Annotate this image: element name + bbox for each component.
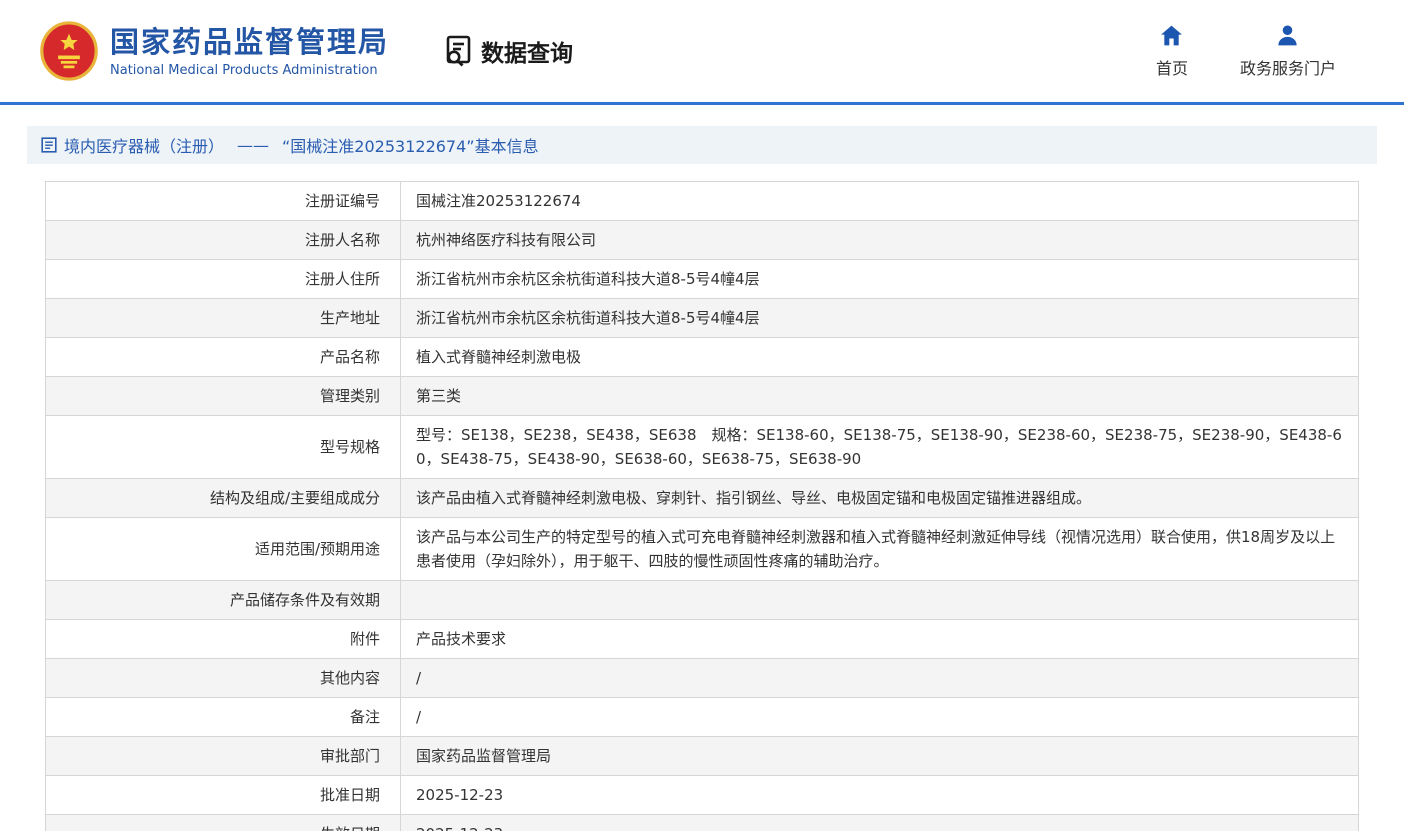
home-icon: [1159, 23, 1184, 48]
row-value: [401, 581, 1359, 620]
table-row: 产品储存条件及有效期: [46, 581, 1359, 620]
nav-label-portal: 政务服务门户: [1240, 55, 1336, 79]
row-value: 型号：SE138，SE238，SE438，SE638 规格：SE138-60，S…: [401, 416, 1359, 479]
table-row: 注册人名称 杭州神络医疗科技有限公司: [46, 221, 1359, 260]
row-label: 管理类别: [46, 377, 401, 416]
row-label: 注册证编号: [46, 182, 401, 221]
registration-info-table: 注册证编号 国械注准20253122674 注册人名称 杭州神络医疗科技有限公司…: [45, 181, 1359, 831]
section-title: “国械注准20253122674”基本信息: [282, 133, 539, 157]
row-value: 2025-12-23: [401, 776, 1359, 815]
row-value: /: [401, 659, 1359, 698]
row-label: 其他内容: [46, 659, 401, 698]
section-title-bar: 境内医疗器械（注册） —— “国械注准20253122674”基本信息: [27, 126, 1377, 164]
row-label: 备注: [46, 698, 401, 737]
page-header: 国家药品监督管理局 National Medical Products Admi…: [0, 0, 1404, 102]
national-emblem-icon: [40, 21, 98, 81]
user-icon: [1275, 23, 1300, 48]
row-value: 第三类: [401, 377, 1359, 416]
row-label: 结构及组成/主要组成成分: [46, 479, 401, 518]
table-row: 型号规格 型号：SE138，SE238，SE438，SE638 规格：SE138…: [46, 416, 1359, 479]
row-value: 杭州神络医疗科技有限公司: [401, 221, 1359, 260]
table-row: 备注 /: [46, 698, 1359, 737]
table-row: 结构及组成/主要组成成分 该产品由植入式脊髓神经刺激电极、穿刺针、指引钢丝、导丝…: [46, 479, 1359, 518]
row-label: 附件: [46, 620, 401, 659]
table-row: 注册人住所 浙江省杭州市余杭区余杭街道科技大道8-5号4幢4层: [46, 260, 1359, 299]
data-query-heading: 数据查询: [441, 34, 573, 68]
table-row: 审批部门 国家药品监督管理局: [46, 737, 1359, 776]
nav-item-portal[interactable]: 政务服务门户: [1240, 23, 1336, 79]
row-label: 适用范围/预期用途: [46, 518, 401, 581]
org-name-en: National Medical Products Administration: [110, 63, 389, 78]
form-icon: [41, 137, 57, 153]
table-row: 批准日期 2025-12-23: [46, 776, 1359, 815]
row-value: 该产品由植入式脊髓神经刺激电极、穿刺针、指引钢丝、导丝、电极固定锚和电极固定锚推…: [401, 479, 1359, 518]
table-row: 注册证编号 国械注准20253122674: [46, 182, 1359, 221]
row-value: 国家药品监督管理局: [401, 737, 1359, 776]
row-value: 国械注准20253122674: [401, 182, 1359, 221]
nav-item-home[interactable]: 首页: [1156, 23, 1188, 79]
data-query-title: 数据查询: [481, 34, 573, 68]
row-label: 注册人住所: [46, 260, 401, 299]
row-value: 植入式脊髓神经刺激电极: [401, 338, 1359, 377]
section-category: 境内医疗器械（注册）: [64, 133, 224, 157]
row-label: 型号规格: [46, 416, 401, 479]
nav-label-home: 首页: [1156, 55, 1188, 79]
table-row: 适用范围/预期用途 该产品与本公司生产的特定型号的植入式可充电脊髓神经刺激器和植…: [46, 518, 1359, 581]
header-nav: 首页 政务服务门户: [1156, 23, 1404, 79]
table-row: 附件 产品技术要求: [46, 620, 1359, 659]
header-divider: [0, 102, 1404, 105]
section-dash: ——: [237, 136, 269, 155]
row-label: 注册人名称: [46, 221, 401, 260]
row-label: 产品名称: [46, 338, 401, 377]
table-row: 生产地址 浙江省杭州市余杭区余杭街道科技大道8-5号4幢4层: [46, 299, 1359, 338]
org-name-cn: 国家药品监督管理局: [110, 24, 389, 60]
row-label: 生效日期: [46, 815, 401, 831]
row-label: 审批部门: [46, 737, 401, 776]
table-row: 生效日期 2025-12-23: [46, 815, 1359, 831]
document-search-icon: [441, 34, 475, 68]
nmpa-logo: 国家药品监督管理局 National Medical Products Admi…: [40, 21, 389, 81]
row-value: 产品技术要求: [401, 620, 1359, 659]
row-label: 产品储存条件及有效期: [46, 581, 401, 620]
row-label: 生产地址: [46, 299, 401, 338]
row-value: 2025-12-23: [401, 815, 1359, 831]
row-value: 浙江省杭州市余杭区余杭街道科技大道8-5号4幢4层: [401, 260, 1359, 299]
row-value: 该产品与本公司生产的特定型号的植入式可充电脊髓神经刺激器和植入式脊髓神经刺激延伸…: [401, 518, 1359, 581]
row-value: /: [401, 698, 1359, 737]
table-row: 其他内容 /: [46, 659, 1359, 698]
table-row: 管理类别 第三类: [46, 377, 1359, 416]
row-value: 浙江省杭州市余杭区余杭街道科技大道8-5号4幢4层: [401, 299, 1359, 338]
table-row: 产品名称 植入式脊髓神经刺激电极: [46, 338, 1359, 377]
registration-info: 注册证编号 国械注准20253122674 注册人名称 杭州神络医疗科技有限公司…: [0, 164, 1404, 831]
row-label: 批准日期: [46, 776, 401, 815]
